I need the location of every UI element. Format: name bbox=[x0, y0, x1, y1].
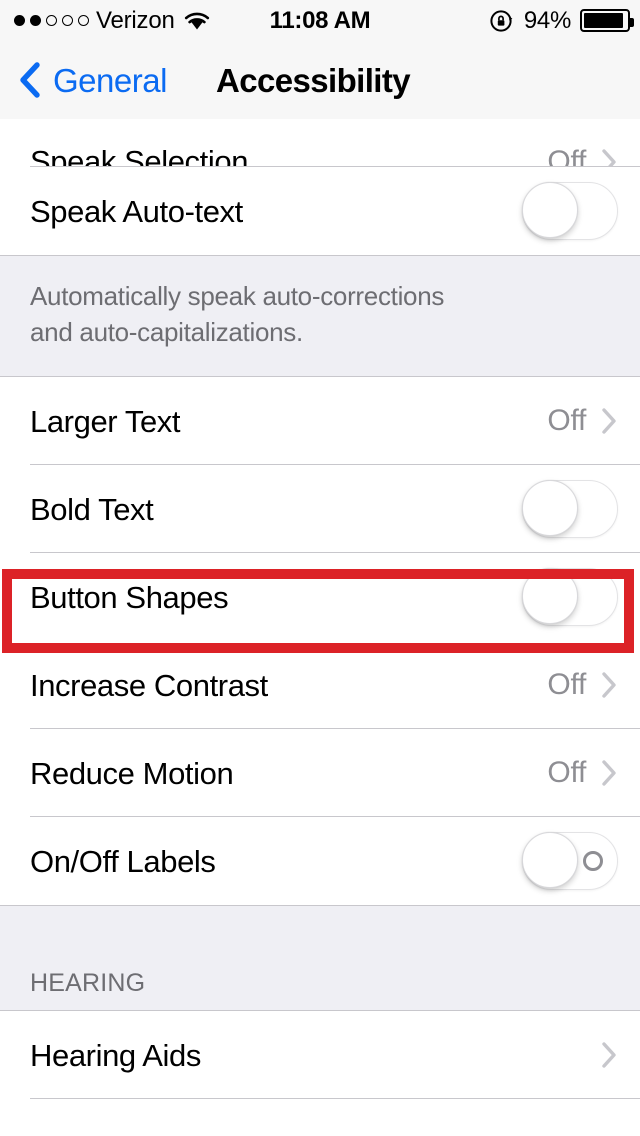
chevron-left-icon bbox=[20, 62, 40, 98]
toggle-button-shapes[interactable] bbox=[522, 568, 618, 626]
chevron-right-icon bbox=[600, 406, 618, 436]
battery-icon bbox=[580, 9, 634, 32]
back-button-label: General bbox=[53, 61, 167, 99]
section-header-hearing: HEARING bbox=[0, 905, 640, 1011]
row-speak-selection[interactable]: Speak Selection Off bbox=[0, 119, 640, 177]
settings-list[interactable]: Speak Selection Off Speak Auto-text Auto… bbox=[0, 119, 640, 1136]
row-speak-auto-text[interactable]: Speak Auto-text bbox=[0, 167, 640, 255]
toggle-knob bbox=[522, 832, 578, 888]
battery-percent-label: 94% bbox=[523, 6, 571, 34]
footer-note-line-1: Automatically speak auto-corrections bbox=[30, 281, 445, 311]
footer-note-speak-auto-text: Automatically speak auto-corrections and… bbox=[0, 255, 640, 377]
toggle-knob bbox=[522, 480, 578, 536]
navigation-bar: General Accessibility bbox=[0, 41, 640, 119]
footer-note-line-2: and auto-capitalizations. bbox=[30, 317, 303, 347]
toggle-knob bbox=[522, 568, 578, 624]
row-label: On/Off Labels bbox=[30, 843, 216, 879]
row-bold-text[interactable]: Bold Text bbox=[0, 465, 640, 553]
row-value: Off bbox=[547, 404, 586, 437]
toggle-knob bbox=[522, 182, 578, 238]
row-label: Button Shapes bbox=[30, 579, 229, 615]
row-accessory bbox=[522, 182, 618, 240]
row-accessory bbox=[600, 1040, 618, 1070]
iphone-screen: Verizon 11:08 AM 94% General Accessibili… bbox=[0, 0, 640, 1136]
back-button[interactable]: General bbox=[18, 60, 167, 100]
row-label: Increase Contrast bbox=[30, 667, 268, 703]
section-header-label: HEARING bbox=[30, 969, 146, 997]
row-accessory bbox=[522, 568, 618, 626]
group-speech: Speak Selection Off Speak Auto-text bbox=[0, 119, 640, 255]
row-reduce-motion[interactable]: Reduce Motion Off bbox=[0, 729, 640, 817]
row-value: Off bbox=[547, 668, 586, 701]
row-increase-contrast[interactable]: Increase Contrast Off bbox=[0, 641, 640, 729]
status-bar-right: 94% bbox=[489, 0, 634, 41]
toggle-off-label-icon bbox=[583, 851, 603, 871]
toggle-on-off-labels[interactable] bbox=[522, 832, 618, 890]
chevron-right-icon bbox=[600, 758, 618, 788]
page-title: Accessibility bbox=[216, 61, 411, 99]
row-accessory bbox=[522, 480, 618, 538]
row-on-off-labels[interactable]: On/Off Labels bbox=[0, 817, 640, 905]
battery-fill bbox=[584, 13, 624, 28]
row-accessory bbox=[522, 832, 618, 890]
chevron-right-icon bbox=[600, 1040, 618, 1070]
row-button-shapes[interactable]: Button Shapes bbox=[0, 553, 640, 641]
chevron-right-icon bbox=[600, 670, 618, 700]
row-larger-text[interactable]: Larger Text Off bbox=[0, 377, 640, 465]
row-value: Off bbox=[547, 756, 586, 789]
row-label: Reduce Motion bbox=[30, 755, 234, 791]
rotation-lock-icon bbox=[490, 9, 513, 32]
status-bar: Verizon 11:08 AM 94% bbox=[0, 0, 640, 41]
row-accessory: Off bbox=[547, 670, 618, 700]
toggle-bold-text[interactable] bbox=[522, 480, 618, 538]
group-hearing: Hearing Aids bbox=[0, 1011, 640, 1099]
row-accessory: Off bbox=[547, 758, 618, 788]
toggle-speak-auto-text[interactable] bbox=[522, 182, 618, 240]
row-label: Larger Text bbox=[30, 403, 181, 439]
row-accessory: Off bbox=[547, 137, 618, 177]
clock-label: 11:08 AM bbox=[269, 6, 371, 34]
row-label: Hearing Aids bbox=[30, 1037, 201, 1073]
group-vision: Larger Text Off Bold Text Button Shapes … bbox=[0, 377, 640, 905]
row-label: Speak Auto-text bbox=[30, 193, 243, 229]
row-accessory: Off bbox=[547, 406, 618, 436]
row-separator bbox=[30, 1098, 640, 1099]
row-label: Bold Text bbox=[30, 491, 154, 527]
row-hearing-aids[interactable]: Hearing Aids bbox=[0, 1011, 640, 1099]
